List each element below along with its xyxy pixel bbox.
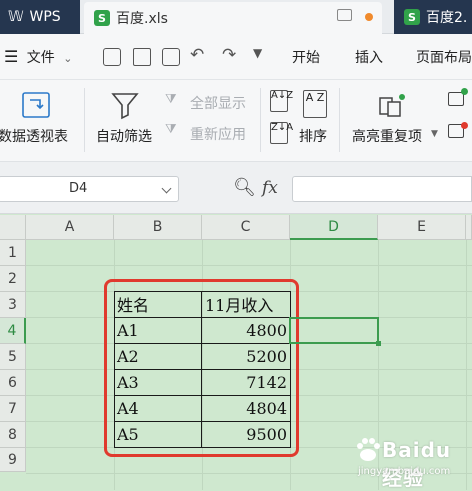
select-all-corner[interactable] [0, 215, 26, 240]
zoom-search-icon[interactable]: 🔍︎ [233, 177, 256, 198]
tab-file-label: 百度.xls [116, 11, 168, 27]
insert-function-button[interactable]: fx [262, 178, 278, 198]
hamburger-icon: ☰ [4, 47, 19, 66]
chevron-down-icon: ⌄ [63, 52, 73, 65]
formula-input[interactable] [292, 176, 472, 202]
pivot-table-button[interactable]: 数据透视表 [0, 126, 68, 146]
row-header-6[interactable]: 6 [0, 370, 26, 396]
grid-line [26, 265, 472, 266]
menu-insert[interactable]: 插入 [355, 47, 383, 67]
ribbon-toolbar: 数据透视表 自动筛选 ⧩ 全部显示 ⧩ 重新应用 A↓Z Z↓A A Z 排序 … [0, 80, 472, 162]
reapply-icon: ⧩ [165, 122, 177, 137]
column-header-a[interactable]: A [26, 215, 114, 240]
active-cell-d4[interactable] [289, 317, 381, 346]
ribbon-separator [84, 88, 85, 152]
tab-bar: 𝕎 WPS S 百度.xls S 百度2. [0, 0, 472, 34]
show-all-icon: ⧩ [165, 92, 177, 107]
watermark: Baidu经验 jingyan.baidu.com [352, 432, 470, 490]
column-header-b[interactable]: B [114, 215, 202, 240]
file-menu[interactable]: ☰ 文件 ⌄ [4, 47, 72, 67]
name-box-value: D4 [69, 181, 88, 196]
autofilter-button[interactable]: 自动筛选 [96, 126, 152, 146]
tab-wps-home[interactable]: 𝕎 WPS [0, 0, 80, 34]
status-dot-icon [461, 88, 468, 95]
spreadsheet-file-icon-2: S [404, 9, 420, 25]
row-header-4[interactable]: 4 [0, 318, 26, 344]
print-preview-icon[interactable] [162, 48, 180, 66]
highlight-duplicates-icon [379, 94, 405, 117]
tab-other-label: 百度2. [426, 10, 468, 26]
column-header-f[interactable] [466, 215, 472, 240]
row-header-7[interactable]: 7 [0, 396, 26, 422]
name-box[interactable]: D4 [0, 176, 179, 202]
chevron-down-icon[interactable]: ▼ [431, 129, 438, 139]
print-icon[interactable] [133, 48, 151, 66]
menu-start[interactable]: 开始 [292, 47, 320, 67]
monitor-icon[interactable] [337, 9, 352, 21]
sort-button[interactable]: 排序 [299, 126, 327, 146]
tab-wps-label: WPS [29, 9, 61, 25]
row-header-2[interactable]: 2 [0, 266, 26, 292]
red-highlight-annotation [104, 279, 299, 457]
watermark-brand: Baidu经验 [382, 438, 452, 490]
sort-ascending-icon[interactable]: A↓Z [270, 90, 293, 112]
tab-other-file[interactable]: S 百度2. [394, 0, 472, 34]
unsaved-dot-icon [365, 13, 373, 21]
quick-access-dropdown-icon[interactable]: ▼ [253, 46, 262, 60]
chevron-down-icon [161, 183, 172, 194]
undo-icon[interactable]: ↶ [190, 45, 204, 65]
row-header-9[interactable]: 9 [0, 448, 26, 472]
spreadsheet-file-icon: S [94, 10, 110, 26]
ribbon-separator [339, 88, 340, 152]
formula-bar: D4 🔍︎ fx [0, 162, 472, 214]
watermark-url: jingyan.baidu.com [358, 466, 451, 477]
show-all-button[interactable]: 全部显示 [190, 93, 246, 113]
row-header-8[interactable]: 8 [0, 422, 26, 448]
reapply-button[interactable]: 重新应用 [190, 124, 246, 144]
sort-icon: A Z [303, 90, 327, 118]
baidu-paw-icon [357, 438, 380, 461]
column-header-c[interactable]: C [202, 215, 290, 240]
status-dot-icon [461, 122, 468, 129]
redo-icon[interactable]: ↷ [222, 45, 236, 65]
pivot-table-icon [22, 92, 50, 118]
row-header-1[interactable]: 1 [0, 240, 26, 266]
column-header-e[interactable]: E [378, 215, 466, 240]
sort-descending-icon[interactable]: Z↓A [270, 122, 293, 144]
ribbon-separator [260, 88, 261, 152]
row-header-3[interactable]: 3 [0, 292, 26, 318]
menu-page-layout[interactable]: 页面布局 [416, 47, 472, 67]
row-header-5[interactable]: 5 [0, 344, 26, 370]
filter-icon [111, 93, 139, 120]
file-menu-label: 文件 [26, 50, 55, 66]
save-icon[interactable] [103, 48, 121, 66]
menu-bar: ☰ 文件 ⌄ ↶ ↷ ▼ 开始 插入 页面布局 [0, 34, 472, 80]
highlight-duplicates-button[interactable]: 高亮重复项 [352, 126, 422, 146]
column-header-d[interactable]: D [290, 215, 378, 240]
wps-logo-icon: 𝕎 [8, 9, 24, 25]
